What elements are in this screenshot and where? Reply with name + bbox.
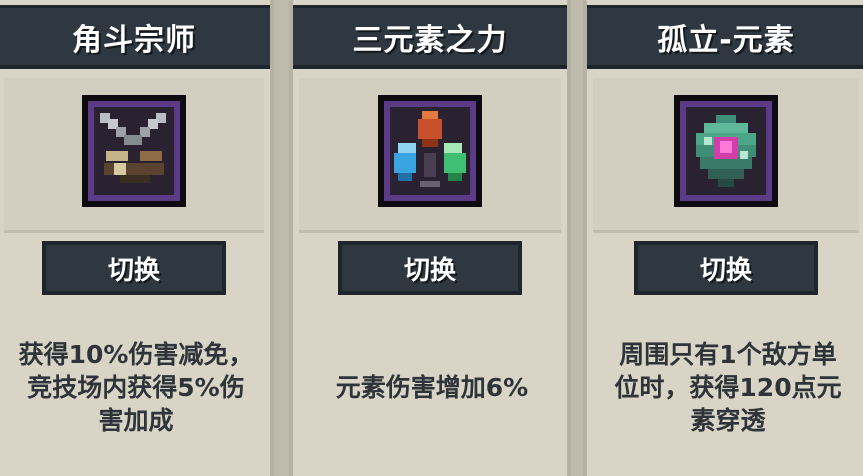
card-title: 三元素之力 (352, 22, 508, 58)
talent-card-three-elements: 三元素之力 切换 元素伤害增加6% (289, 0, 571, 476)
icon-area (593, 78, 859, 233)
card-gap (274, 0, 289, 476)
crossed-swords-icon-art (94, 107, 174, 195)
three-element-crystals-icon (378, 95, 482, 207)
switch-button[interactable]: 切换 (338, 241, 522, 295)
icon-area (4, 78, 264, 233)
isolated-element-gem-icon-art (686, 107, 766, 195)
card-description: 周围只有1个敌方单 位时，获得120点元 素穿透 (595, 312, 861, 462)
card-description-text: 周围只有1个敌方单 位时，获得120点元 素穿透 (614, 339, 842, 435)
card-title: 角斗宗师 (72, 22, 196, 58)
icon-area (299, 78, 561, 233)
card-description: 获得10%伤害减免， 竞技场内获得5%伤 害加成 (6, 312, 266, 462)
talent-card-isolated-element: 孤立-元素 切换 周围只有1个敌方单 位时，获得120点元 素穿透 (583, 0, 863, 476)
switch-button-label: 切换 (403, 255, 456, 286)
card-gap (571, 0, 583, 476)
crossed-swords-icon (82, 95, 186, 207)
card-header: 三元素之力 (293, 5, 567, 69)
isolated-element-gem-icon (674, 95, 778, 207)
card-title: 孤立-元素 (657, 22, 795, 58)
talent-card-gladiator: 角斗宗师 切换 获得10%伤害减免， 竞技场内获得5%伤 害加成 (0, 0, 274, 476)
card-header: 孤立-元素 (587, 5, 863, 69)
card-header: 角斗宗师 (0, 5, 270, 69)
switch-button-label: 切换 (699, 255, 752, 286)
switch-button[interactable]: 切换 (634, 241, 818, 295)
card-description-text: 获得10%伤害减免， 竞技场内获得5%伤 害加成 (18, 339, 254, 435)
card-description-text: 元素伤害增加6% (335, 372, 529, 402)
switch-button-label: 切换 (107, 255, 160, 286)
three-element-crystals-icon-art (390, 107, 470, 195)
switch-button[interactable]: 切换 (42, 241, 226, 295)
card-description: 元素伤害增加6% (301, 312, 563, 462)
